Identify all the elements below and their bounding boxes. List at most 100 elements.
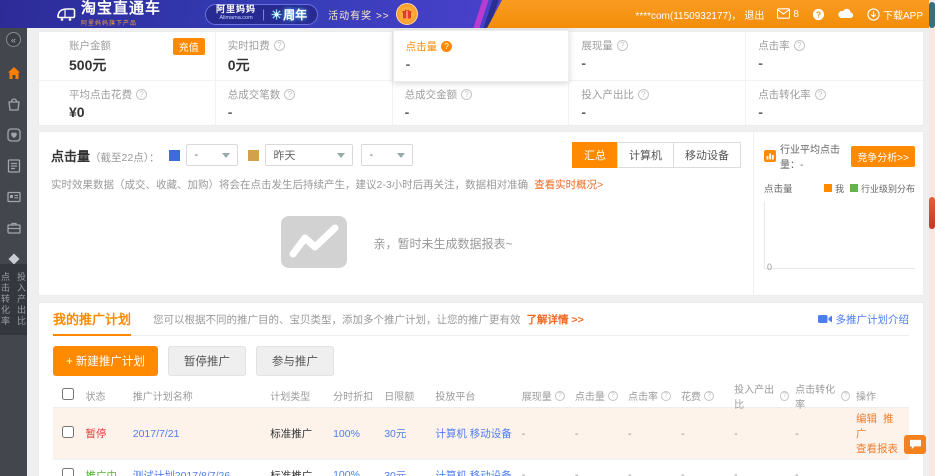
membership-card-icon[interactable] [7,190,21,204]
cloud-icon [838,8,854,21]
favorites-icon[interactable] [7,128,21,142]
cell-roi: - [731,425,792,443]
row-checkbox[interactable] [62,426,74,438]
new-campaign-button[interactable]: + 新建推广计划 [53,346,158,376]
cell-cost: - [678,466,731,476]
daily-limit-link[interactable]: 30元 [381,465,432,476]
platform-link[interactable]: 计算机 移动设备 [432,465,518,476]
campaign-name-link[interactable]: 2017/7/21 [130,425,267,443]
cell-cvr: - [792,466,853,476]
platform-link[interactable]: 计算机 移动设备 [432,423,518,444]
campaigns-card: 我的推广计划 您可以根据不同的推广目的、宝贝类型，添加多个推广计划，让您的推广更… [38,302,924,476]
col-name: 推广计划名称 [130,385,267,406]
stat-roi: 投入产出比? - [569,80,746,125]
learn-more-link[interactable]: 了解详情 >> [527,312,584,327]
col-type: 计划类型 [267,385,330,406]
col-clicks: 点击量? [572,385,625,406]
col-roi: 投入产出比? [731,378,792,414]
industry-axis-zero: 0 [767,262,772,272]
info-icon[interactable]: ? [608,391,618,401]
help-icon[interactable]: ? [441,41,452,52]
stat-ctr: 点击率? - [746,32,923,80]
info-icon[interactable]: ? [661,391,671,401]
empty-chart-text: 亲，暂时未生成数据报表~ [373,235,512,252]
daily-limit-link[interactable]: 30元 [381,423,432,444]
multi-campaign-video-link[interactable]: 多推广计划介绍 [818,312,910,327]
edit-link[interactable]: 编辑 [856,413,877,425]
app-logo[interactable]: 淘宝直通车 阿里妈妈旗下产品 [56,2,161,27]
info-icon[interactable]: ? [794,40,805,51]
metric-dropdown[interactable]: - [186,144,238,166]
download-app-item[interactable]: 下载APP [867,7,923,22]
stat-total-amount: 总成交金额? - [393,80,570,125]
top-bar: 淘宝直通车 阿里妈妈旗下产品 阿里妈妈 Alimama.com | 周年 活动有… [0,0,935,28]
scrollbar[interactable] [929,0,935,476]
competition-analysis-button[interactable]: 竞争分析>> [851,146,915,167]
col-cost: 花费? [678,385,731,406]
empty-chart-icon [279,214,349,273]
clicks-chart-card: 点击量（截至22点）： - 昨天 - 汇总 计算机 移动设备 实时效果数据（成交… [38,131,924,296]
info-icon[interactable]: ? [284,89,295,100]
info-icon[interactable]: ? [461,89,472,100]
info-icon[interactable]: ? [617,40,628,51]
cell-impressions: - [519,466,572,476]
discount-link[interactable]: 100% [330,425,381,443]
industry-plot-area: 0 [764,201,915,269]
cloud-item[interactable] [838,8,854,21]
recharge-button[interactable]: 充值 [173,38,205,55]
logout-link[interactable]: 退出 [744,7,764,22]
anniversary-gear-icon [271,9,282,20]
info-icon[interactable]: ? [815,89,826,100]
info-icon[interactable]: ? [704,391,714,401]
anniversary-label: 周年 [271,6,307,23]
table-row: 暂停 2017/7/21 标准推广 100% 30元 计算机 移动设备 - - … [53,408,909,460]
pause-campaign-button[interactable]: 暂停推广 [168,346,246,376]
date-dropdown[interactable]: 昨天 [265,144,353,166]
select-all-checkbox[interactable] [62,388,74,400]
info-icon[interactable]: ? [841,391,850,401]
tab-computer[interactable]: 计算机 [617,142,674,168]
col-impressions: 展现量? [519,385,572,406]
row-checkbox[interactable] [62,468,74,476]
anniversary-badge[interactable]: 阿里妈妈 Alimama.com | 周年 [205,4,318,25]
help-item[interactable]: ? [812,8,825,21]
gift-badge-icon[interactable] [396,3,418,25]
report-icon[interactable] [7,159,21,173]
join-campaign-button[interactable]: 参与推广 [256,346,334,376]
toolbox-icon[interactable] [7,221,21,235]
home-icon[interactable] [7,66,21,80]
realtime-note: 实时效果数据（成交、收藏、加购）将会在点击发生后持续产生，建议2-3小时后再关注… [51,177,741,192]
legend-swatch-industry [850,184,858,192]
info-icon[interactable]: ? [274,40,285,51]
info-icon[interactable]: ? [638,89,649,100]
series-swatch-gold [248,150,259,161]
industry-chart-icon [764,150,776,162]
industry-avg-title: 行业平均点击量：- [780,141,847,171]
shop-icon[interactable] [7,97,21,111]
view-report-link[interactable]: 查看报表 [856,443,898,455]
industry-panel: 行业平均点击量：- 竞争分析>> 点击量 我 行业级别分布 0 [753,132,923,295]
chat-widget-button[interactable] [904,435,926,454]
info-icon[interactable]: ? [136,89,147,100]
tab-mobile[interactable]: 移动设备 [673,142,741,168]
scrollbar-marker[interactable] [929,197,935,229]
info-icon[interactable]: ? [555,391,565,401]
chart-empty-state: 亲，暂时未生成数据报表~ [51,214,741,273]
info-icon[interactable]: ? [780,391,789,401]
sidebar-collapse-icon[interactable]: « [6,32,21,47]
discount-link[interactable]: 100% [330,466,381,476]
scrollbar-thumb[interactable] [929,2,935,28]
compare-dropdown[interactable]: - [361,144,413,166]
tab-my-campaigns[interactable]: 我的推广计划 [53,303,131,336]
side-metrics-widget[interactable]: 点击转化率 投入产出比 [0,264,27,335]
campaign-name-link[interactable]: 测试计划2017/8/7/26 [130,465,267,476]
activity-reward-link[interactable]: 活动有奖 >> [328,7,389,22]
mail-item[interactable]: 8 [777,8,799,21]
realtime-overview-link[interactable]: 查看实时概况> [534,179,603,191]
chevron-down-icon [337,153,345,158]
alimama-logo: 阿里妈妈 Alimama.com [216,5,256,23]
tab-summary[interactable]: 汇总 [572,142,618,168]
mail-icon [777,8,790,21]
col-status: 状态 [83,385,130,406]
col-discount: 分时折扣 [330,385,381,406]
